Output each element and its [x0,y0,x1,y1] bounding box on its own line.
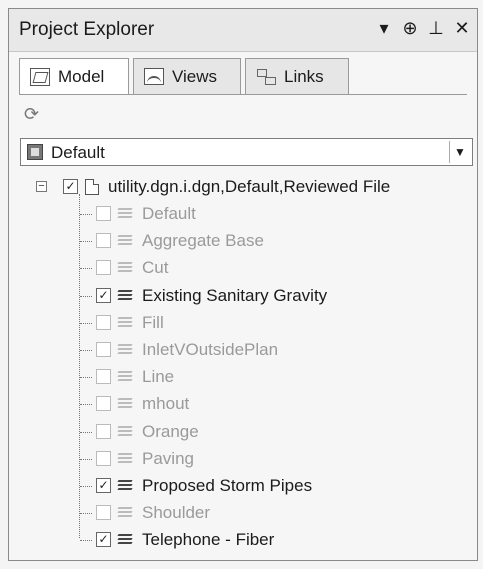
model-dropdown[interactable]: Default ▼ [20,138,473,166]
tree-branch-line [80,322,92,324]
tree-level-row[interactable]: Default [18,201,438,227]
panel-title: Project Explorer [19,19,155,40]
tree-branch-line [80,431,92,433]
links-icon [256,68,276,86]
level-checkbox[interactable] [96,314,111,330]
level-label: Aggregate Base [142,231,264,251]
explorer-tabs: Model Views Links [19,58,467,95]
tree-level-row[interactable]: ✓ Existing Sanitary Gravity [18,283,438,309]
level-label: Default [142,204,196,223]
level-checkbox[interactable] [96,206,111,221]
tree-level-row[interactable]: Orange [18,419,438,445]
auto-hide-pin-icon[interactable]: ⊕ [401,17,419,39]
level-label: Proposed Storm Pipes [142,476,313,495]
tab-model[interactable]: Model [19,58,129,95]
tab-links-label: Links [284,66,324,86]
tree-level-row[interactable]: ✓ Proposed Storm Pipes [18,473,438,499]
level-checkbox[interactable] [96,369,111,385]
level-label: Orange [142,421,199,441]
views-icon [144,68,164,85]
level-layers-icon [116,343,134,357]
collapse-icon[interactable]: − [36,181,47,192]
level-checkbox[interactable] [96,505,111,521]
tab-views-label: Views [172,66,218,86]
level-label: Cut [142,258,169,278]
title-bar: Project Explorer ▾ ⊕ ⊥ ✕ [9,9,477,52]
tree-level-row[interactable]: Shoulder [18,500,438,526]
tree-branch-line [80,350,92,351]
level-checkbox[interactable]: ✓ [96,287,111,303]
tree-level-row[interactable]: mhout [18,391,438,417]
tree-level-row[interactable]: Paving [18,446,438,472]
level-checkbox[interactable] [96,342,111,357]
level-label: Fill [142,312,164,332]
root-checkbox[interactable]: ✓ [63,179,78,194]
tab-strip-divider [19,94,467,95]
tree-level-row[interactable]: Aggregate Base [18,228,438,254]
dock-pin-icon[interactable]: ⊥ [427,17,445,39]
level-checkbox[interactable]: ✓ [96,532,111,548]
level-label: mhout [142,394,190,414]
level-label: Telephone - Fiber [142,530,275,550]
tree-branch-line [80,295,92,297]
level-layers-icon [116,207,134,221]
level-label: InletVOutsidePlan [142,340,279,359]
level-checkbox[interactable] [96,260,111,276]
title-bar-controls: ▾ ⊕ ⊥ ✕ [375,17,471,39]
tree-level-row[interactable]: ✓ Telephone - Fiber [18,527,438,553]
dropdown-menu-icon[interactable]: ▾ [375,17,393,39]
level-checkbox[interactable] [96,423,111,439]
refresh-icon[interactable]: ⟳ [24,104,44,124]
tab-views[interactable]: Views [133,58,241,94]
tree-branch-line [80,540,92,542]
tree-branch-line [80,268,92,270]
level-layers-icon [116,425,134,439]
level-layers-icon [116,261,134,275]
level-layers-icon [116,289,134,303]
tree-level-row[interactable]: Fill [18,310,438,336]
level-checkbox[interactable] [96,396,111,412]
file-icon [85,179,99,195]
root-label: utility.dgn.i.dgn,Default,Reviewed File [108,177,391,196]
level-layers-icon [116,533,134,547]
level-checkbox[interactable] [96,233,111,249]
level-label: Line [142,367,175,387]
level-layers-icon [116,397,134,411]
level-checkbox[interactable]: ✓ [96,478,111,493]
level-layers-icon [116,370,134,384]
level-label: Shoulder [142,503,211,523]
level-layers-icon [116,506,134,520]
level-layers-icon [116,234,134,248]
tree-branch-line [80,458,92,460]
tree-root-row[interactable]: − ✓ utility.dgn.i.dgn,Default,Reviewed F… [18,174,458,200]
tree-branch-line [80,404,92,406]
tree-branch-line [80,377,92,379]
tree-branch-line [80,513,92,515]
level-layers-icon [116,452,134,466]
tab-model-label: Model [58,67,105,86]
tree-branch-line [80,241,92,243]
level-layers-icon [116,479,134,493]
close-icon[interactable]: ✕ [453,17,471,39]
level-label: Paving [142,448,194,468]
level-label: Existing Sanitary Gravity [142,285,328,305]
model-dropdown-value: Default [51,143,105,162]
tree-level-row[interactable]: Line [18,364,438,390]
tree-branch-line [80,214,92,215]
model-icon [30,68,50,86]
dropdown-arrow-icon[interactable]: ▼ [449,141,470,163]
model-dropdown-icon [27,144,43,160]
tab-links[interactable]: Links [245,58,349,94]
level-checkbox[interactable] [96,450,111,466]
tree-level-row[interactable]: InletVOutsidePlan [18,337,438,363]
tree-branch-line [80,486,92,487]
level-layers-icon [116,316,134,330]
tree-level-row[interactable]: Cut [18,255,438,281]
